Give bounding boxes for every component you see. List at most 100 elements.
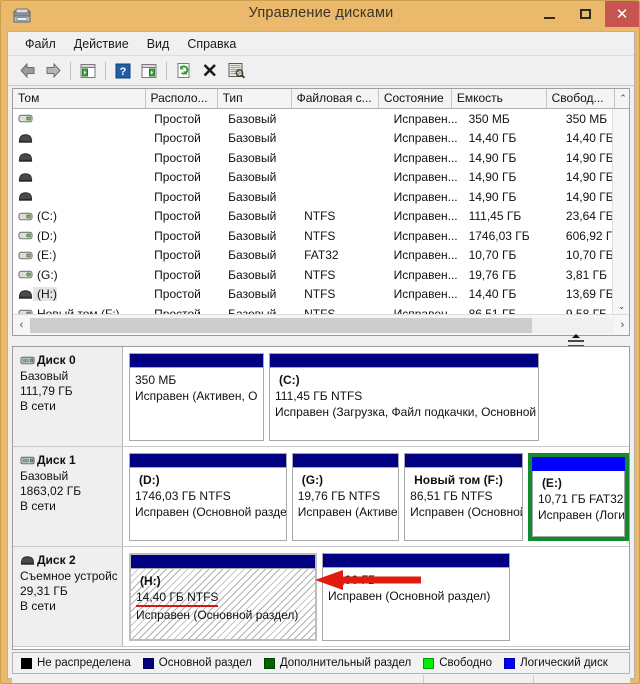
partition-color-bar — [130, 454, 286, 468]
legend-item: Основной раздел — [142, 657, 252, 669]
table-row[interactable]: Простой Базовый Исправен... 14,90 ГБ 14,90 Г… — [13, 148, 629, 168]
table-row[interactable]: (G:) Простой Базовый NTFS Исправен... 19,76 Г… — [13, 265, 629, 285]
svg-text:?: ? — [120, 66, 127, 78]
capacity-cell: 14,40 ГБ — [468, 287, 517, 302]
partition-color-bar — [405, 454, 522, 468]
type-cell: Базовый — [228, 287, 277, 302]
type-cell: Базовый — [228, 150, 277, 165]
legend-label: Логический диск — [520, 657, 608, 669]
legend-swatch-icon — [423, 657, 435, 669]
volume-list-horizontal-scrollbar[interactable]: ‹ › — [13, 314, 629, 335]
partition-block[interactable]: (C:) 111,45 ГБ NTFS Исправен (Загрузка, Фа… — [269, 353, 539, 441]
partition-strip: 350 МБ Исправен (Активен, О (C:) 111,45 ГБ … — [123, 347, 629, 446]
hscroll-track[interactable] — [30, 317, 614, 333]
volume-cell — [13, 172, 149, 183]
legend: Не распределена Основной раздел Дополнител… — [12, 652, 630, 674]
disk-type: Базовый — [20, 369, 69, 383]
menu-item-file[interactable]: Файл — [16, 34, 65, 54]
scroll-down-button[interactable]: ⌄ — [613, 298, 629, 314]
partition-block[interactable]: Новый том (F:) 86,51 ГБ NTFS Исправен (Осн… — [404, 453, 523, 541]
status-cell-3 — [534, 675, 630, 683]
partition-strip: (H:) 14,40 ГБ NTFS Исправен (Основной разд… — [123, 547, 629, 646]
close-button[interactable]: ✕ — [605, 1, 639, 27]
disk-info-panel[interactable]: Диск 2 Съемное устройство29,31 ГБВ сети — [13, 547, 123, 646]
client-area: Файл Действие Вид Справка ? Том Располо.… — [7, 31, 635, 683]
partition-size-line: 19,76 ГБ NTFS — [298, 488, 398, 504]
partition-label: (D:) — [139, 473, 160, 487]
partition-block[interactable]: (H:) 14,40 ГБ NTFS Исправен (Основной разд… — [129, 553, 317, 641]
layout-cell: Простой — [154, 150, 201, 165]
table-row[interactable]: (C:) Простой Базовый NTFS Исправен... 111,45 … — [13, 207, 629, 227]
disk-type: Съемное устройство — [20, 569, 117, 583]
volume-cell — [13, 113, 149, 124]
type-cell: Базовый — [228, 131, 277, 146]
show-hide-console-tree-icon[interactable] — [75, 59, 101, 83]
status-cell: Исправен... — [393, 209, 458, 224]
column-header-free[interactable]: Свобод... — [547, 89, 615, 108]
scroll-up-button[interactable]: ⌃ — [615, 89, 629, 108]
partition-block[interactable]: (E:) 10,71 ГБ FAT32 Исправен (Логи — [527, 453, 629, 541]
table-row[interactable]: Простой Базовый Исправен... 14,90 ГБ 14,90 Г… — [13, 168, 629, 188]
column-header-capacity[interactable]: Емкость — [452, 89, 547, 108]
volume-cell — [13, 191, 149, 202]
column-header-status[interactable]: Состояние — [379, 89, 452, 108]
partition-block[interactable]: 350 МБ Исправен (Активен, О — [129, 353, 264, 441]
column-header-type[interactable]: Тип — [218, 89, 292, 108]
menu-item-help[interactable]: Справка — [178, 34, 245, 54]
minimize-icon — [543, 16, 555, 19]
partition-body: Новый том (F:) 86,51 ГБ NTFS Исправен (Осн… — [405, 468, 522, 520]
delete-icon[interactable] — [197, 59, 223, 83]
volume-cell — [13, 133, 149, 144]
partition-block[interactable]: (D:) 1746,03 ГБ NTFS Исправен (Основной ра… — [129, 453, 287, 541]
disk-info-panel[interactable]: Диск 0 Базовый 111,79 ГБ В сети — [13, 347, 123, 446]
back-icon[interactable] — [14, 59, 40, 83]
filesystem-cell: NTFS — [304, 267, 336, 282]
partition-size: 19,76 ГБ NTFS — [297, 489, 381, 503]
forward-icon[interactable] — [40, 59, 66, 83]
partition-color-bar — [130, 354, 263, 368]
column-header-volume[interactable]: Том — [13, 89, 146, 108]
partition-size: 350 МБ — [135, 373, 177, 387]
partition-body: 350 МБ Исправен (Активен, О — [130, 368, 263, 404]
legend-swatch-icon — [263, 657, 275, 669]
volume-cell: (D:) — [13, 229, 149, 243]
show-hide-action-pane-icon[interactable] — [136, 59, 162, 83]
disk-graphical-view: Диск 0 Базовый 111,79 ГБ В сети 350 МБ Исправ… — [12, 346, 630, 650]
partition-label: Новый том (F:) — [414, 473, 503, 487]
type-cell: Базовый — [228, 111, 277, 126]
table-row[interactable]: (D:) Простой Базовый NTFS Исправен... 1746,03… — [13, 226, 629, 246]
refresh-icon[interactable] — [171, 59, 197, 83]
column-header-layout[interactable]: Располо... — [146, 89, 218, 108]
table-row[interactable]: (H:) Простой Базовый NTFS Исправен... 14,40 Г… — [13, 285, 629, 305]
hscroll-right-button[interactable]: › — [614, 316, 629, 335]
table-row[interactable]: Простой Базовый Исправен... 14,40 ГБ 14,40 Г… — [13, 129, 629, 149]
disk-info-panel[interactable]: Диск 1 Базовый 1863,02 ГБ В сети — [13, 447, 123, 546]
help-icon[interactable]: ? — [110, 59, 136, 83]
hscroll-thumb[interactable] — [30, 317, 532, 333]
volume-label: (H:) — [33, 287, 57, 302]
column-header-filesystem[interactable]: Файловая с... — [292, 89, 379, 108]
table-row[interactable]: Простой Базовый Исправен... 350 МБ 350 МБ — [13, 109, 629, 129]
maximize-button[interactable] — [569, 1, 601, 27]
partition-block[interactable]: (G:) 19,76 ГБ NTFS Исправен (Активе — [291, 453, 400, 541]
menu-item-view[interactable]: Вид — [138, 34, 179, 54]
menu-bar: Файл Действие Вид Справка — [8, 32, 634, 56]
minimize-button[interactable] — [533, 1, 565, 27]
type-cell: Базовый — [228, 267, 277, 282]
menu-item-action[interactable]: Действие — [65, 34, 138, 54]
partition-body: (C:) 111,45 ГБ NTFS Исправен (Загрузка, Фа… — [270, 368, 538, 420]
table-row[interactable]: (E:) Простой Базовый FAT32 Исправен... 10,70 … — [13, 246, 629, 266]
table-row[interactable]: Простой Базовый Исправен... 14,90 ГБ 14,90 Г… — [13, 187, 629, 207]
partition-size-line: 111,45 ГБ NTFS — [275, 388, 538, 404]
partition-block[interactable]: 14,90 ГБ Исправен (Основной раздел) — [322, 553, 510, 641]
volume-list-vertical-scrollbar[interactable]: ⌄ — [612, 109, 629, 314]
rescan-disks-icon[interactable] — [223, 59, 249, 83]
filesystem-cell: NTFS — [304, 209, 336, 224]
title-bar[interactable]: Управление дисками ✕ — [1, 1, 639, 31]
volume-label: (E:) — [37, 248, 57, 263]
partition-label: (G:) — [301, 473, 324, 487]
hscroll-left-button[interactable]: ‹ — [13, 316, 30, 335]
toolbar-separator — [166, 61, 167, 80]
capacity-cell: 14,90 ГБ — [468, 170, 517, 185]
legend-item: Свободно — [423, 657, 492, 669]
